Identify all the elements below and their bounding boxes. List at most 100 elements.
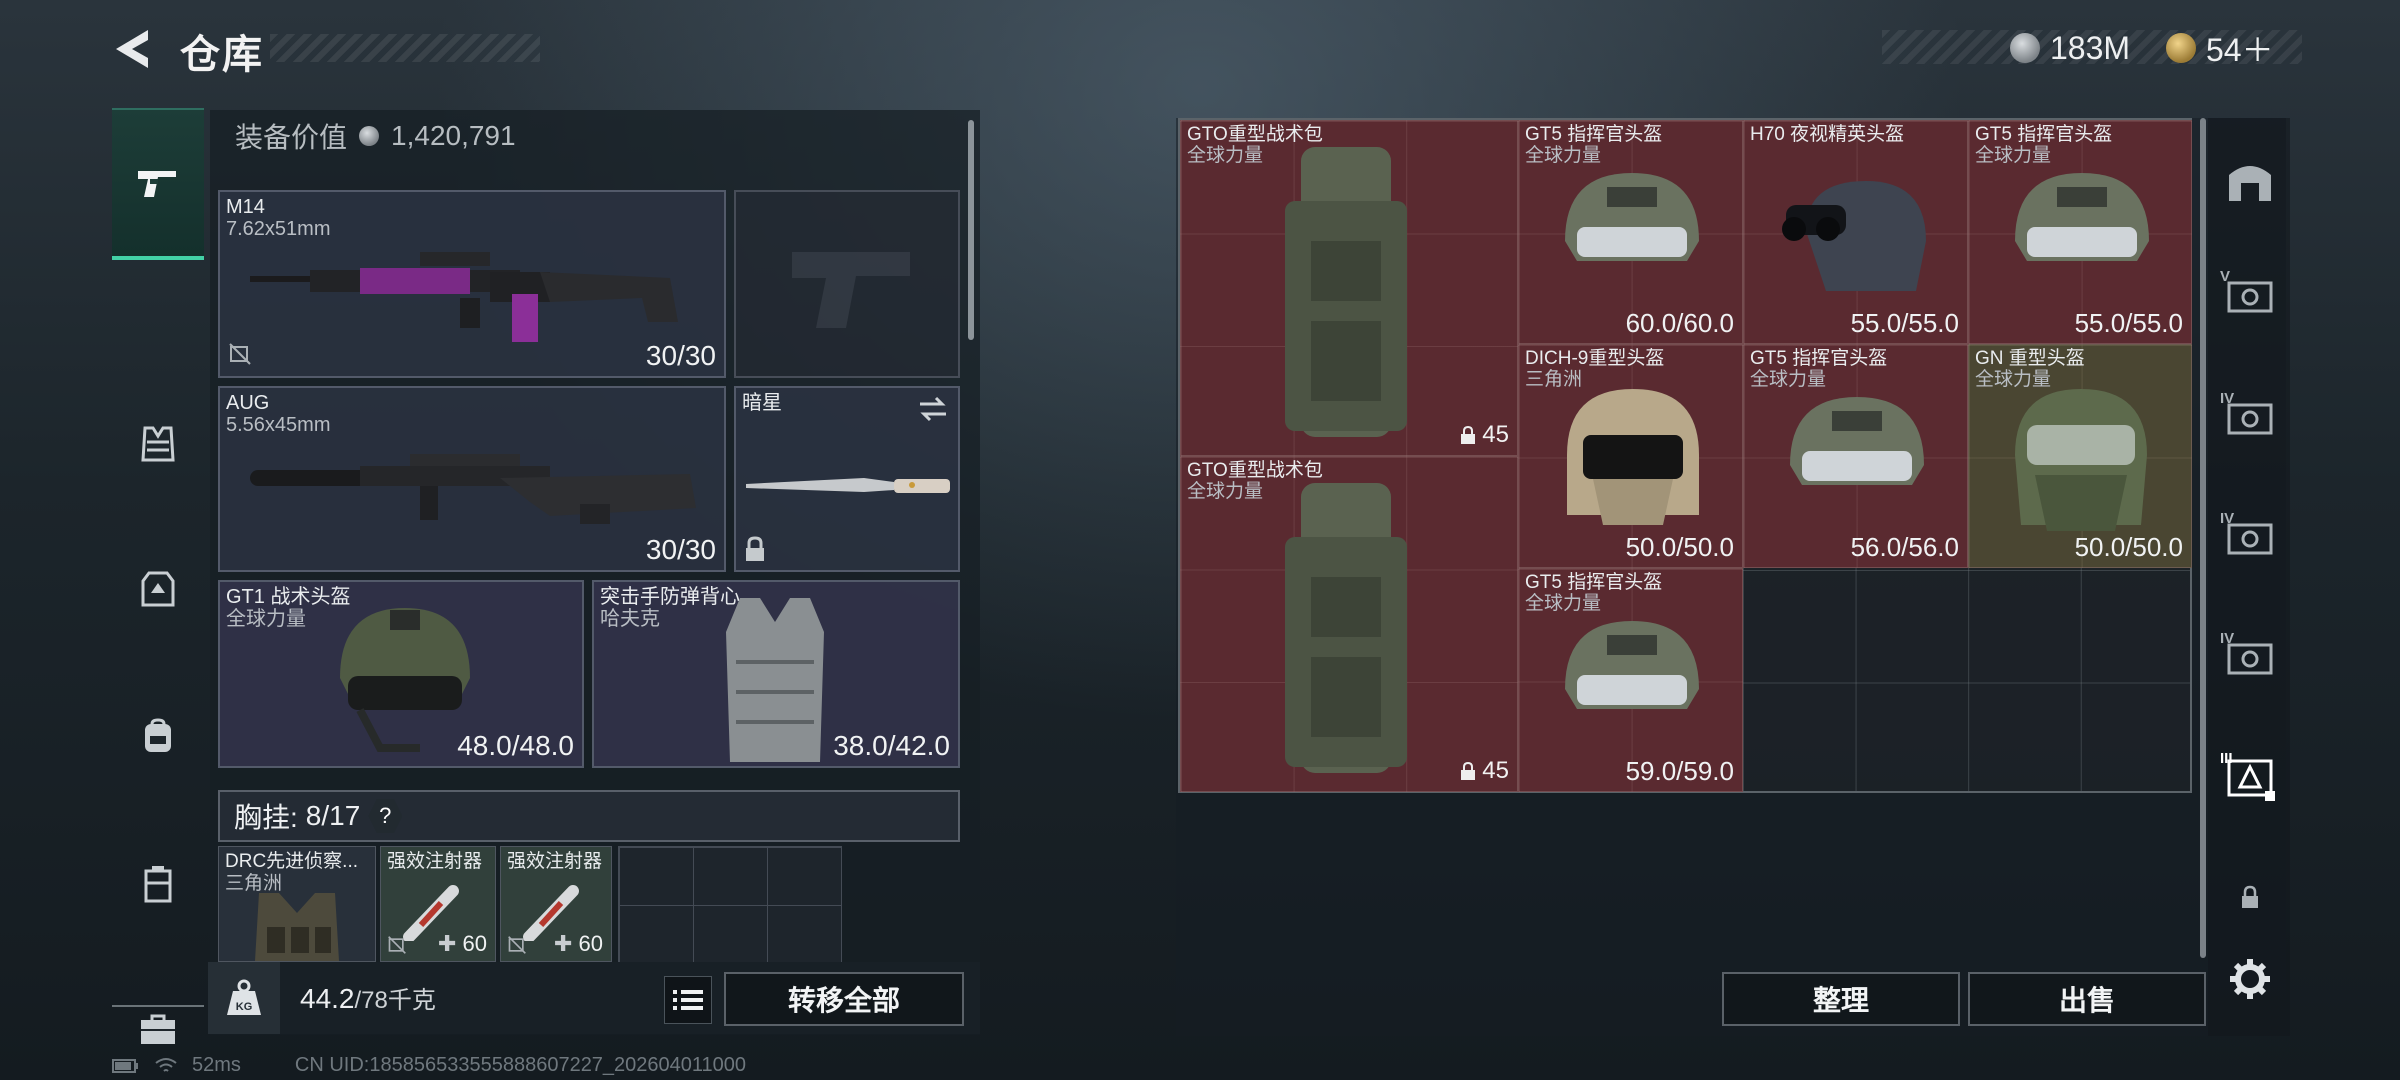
ping-value: 52ms	[192, 1054, 241, 1076]
secondary-weapon-slot[interactable]: AUG 5.56x45mm 30/30	[218, 386, 726, 572]
gold-amount: 54＋	[2206, 32, 2274, 68]
chest-rig-icon	[141, 426, 175, 462]
transfer-all-button[interactable]: 转移全部	[724, 972, 964, 1026]
injector-name: 强效注射器	[507, 851, 603, 872]
wifi-icon	[155, 1057, 177, 1072]
storage-item[interactable]: GT5 指挥官头盔 全球力量 60.0/60.0	[1518, 120, 1743, 344]
item-durability: 59.0/59.0	[1625, 756, 1734, 786]
item-name: GT5 指挥官头盔	[1525, 124, 1663, 145]
list-view-button[interactable]	[664, 976, 712, 1024]
storage-scrollbar[interactable]	[2200, 118, 2206, 958]
weight-readout: 44.2/78千克	[300, 980, 436, 1015]
knife-icon	[746, 478, 950, 493]
injector-amount: ✚ 60	[553, 931, 603, 956]
chest-rig-count: 8/17	[305, 800, 361, 831]
injector-slot-1[interactable]: 强效注射器 ✚ 60	[380, 846, 496, 962]
safehouse-icon	[2229, 166, 2271, 201]
back-button[interactable]	[110, 26, 156, 72]
storage-item[interactable]: H70 夜视精英头盔 55.0/55.0	[1743, 120, 1968, 344]
capacity-icon	[1461, 426, 1476, 444]
case-icon	[144, 866, 172, 903]
backpack-category[interactable]	[112, 690, 204, 782]
equipment-value: 装备价值 1,420,791	[235, 116, 516, 156]
body-armor-icon	[141, 571, 175, 607]
item-name: GT5 指挥官头盔	[1975, 124, 2113, 145]
rig-empty-cells[interactable]	[618, 846, 842, 964]
no-mod-icon	[388, 936, 406, 954]
helmet-icon	[1565, 173, 1699, 261]
helmet-icon	[1565, 621, 1699, 709]
list-icon	[673, 990, 703, 1010]
settings-button[interactable]	[2215, 944, 2285, 1014]
chest-rig-slot[interactable]: DRC先进侦察... 三角洲	[218, 846, 376, 962]
container-category[interactable]	[112, 838, 204, 930]
armor-slot[interactable]: 突击手防弹背心 哈夫克 38.0/42.0	[592, 580, 960, 768]
storage-item[interactable]: GT5 指挥官头盔 全球力量 56.0/56.0	[1743, 344, 1968, 568]
rig-item-brand: 三角洲	[225, 873, 283, 894]
sidearm-slot-empty[interactable]	[734, 190, 960, 378]
armor-category[interactable]	[112, 544, 204, 636]
melee-slot[interactable]: 暗星	[734, 386, 960, 572]
storage-item[interactable]: GTO重型战术包 全球力量 45	[1180, 120, 1518, 456]
gold-currency[interactable]: 54＋	[2166, 28, 2274, 68]
secondary-weapon-ammo: 30/30	[645, 534, 716, 565]
sort-button[interactable]: 整理	[1722, 972, 1960, 1026]
helmet-icon	[2015, 173, 2149, 261]
capacity-icon	[1461, 762, 1476, 780]
armor-brand: 哈夫克	[600, 608, 660, 630]
heavy-helmet-icon	[2015, 389, 2147, 531]
chest-rig-label: 胸挂:	[234, 802, 298, 833]
storage-item[interactable]: GTO重型战术包 全球力量 45	[1180, 456, 1518, 792]
tier-label: IV	[2220, 630, 2235, 647]
battery-icon	[112, 1058, 138, 1073]
item-capacity: 45	[1460, 757, 1509, 785]
weapons-category[interactable]	[112, 108, 204, 260]
injector-slot-2[interactable]: 强效注射器 ✚ 60	[500, 846, 612, 962]
chest-rig-icon	[255, 893, 339, 961]
primary-weapon-ammo: 30/30	[645, 340, 716, 371]
status-bar: 52ms CN UID:1858565335558886072​27_20260…	[112, 1054, 746, 1077]
storage-item[interactable]: GT5 指挥官头盔 全球力量 59.0/59.0	[1518, 568, 1743, 792]
equipment-value-amount: 1,420,791	[391, 120, 516, 151]
gold-coin-icon	[2166, 33, 2196, 63]
helmet-slot[interactable]: GT1 战术头盔 全球力量 48.0/48.0	[218, 580, 584, 768]
title-decoration	[270, 34, 540, 62]
armor-name: 突击手防弹背心	[600, 586, 740, 608]
storage-home-tab[interactable]	[2215, 145, 2285, 215]
pistol-icon	[138, 171, 176, 197]
silver-amount: 183M	[2050, 29, 2131, 66]
weight-capacity: /78千克	[354, 987, 436, 1014]
silver-currency[interactable]: 183M	[2010, 28, 2130, 68]
item-durability: 50.0/50.0	[1625, 532, 1734, 562]
helmet-icon	[1790, 397, 1924, 485]
night-vision-helmet-icon	[1782, 181, 1926, 291]
rig-item-name: DRC先进侦察...	[225, 851, 359, 872]
weight-value: 44.2	[300, 983, 355, 1014]
storage-item[interactable]: GN 重型头盔 全球力量 50.0/50.0	[1968, 344, 2192, 568]
swap-icon[interactable]	[918, 396, 948, 422]
crate-icon	[2227, 281, 2273, 313]
item-name: DICH-9重型头盔	[1525, 348, 1665, 369]
armor-durability: 38.0/42.0	[833, 730, 950, 761]
svg-text:KG: KG	[236, 1001, 253, 1013]
item-durability: 55.0/55.0	[2074, 308, 2183, 338]
locked-tab[interactable]	[2215, 862, 2285, 932]
storage-item[interactable]: DICH-9重型头盔 三角洲 50.0/50.0	[1518, 344, 1743, 568]
uid-text: CN UID:1858565335558886072​27_2026040110…	[294, 1054, 747, 1076]
primary-weapon-name: M14	[226, 196, 265, 218]
melee-name: 暗星	[742, 392, 782, 414]
primary-weapon-slot[interactable]: M14 7.62x51mm 30/30	[218, 190, 726, 378]
equipment-scrollbar[interactable]	[968, 120, 974, 340]
sell-button[interactable]: 出售	[1968, 972, 2206, 1026]
storage-item[interactable]: GT5 指挥官头盔 全球力量 55.0/55.0	[1968, 120, 2192, 344]
chest-rig-header: 胸挂: 8/17 ?	[218, 790, 960, 842]
tier-label: IV	[2220, 510, 2235, 527]
vest-category[interactable]	[112, 398, 204, 490]
item-durability: 60.0/60.0	[1625, 308, 1734, 338]
lock-icon	[2242, 885, 2258, 908]
item-durability: 55.0/55.0	[1850, 308, 1959, 338]
help-icon[interactable]: ?	[368, 799, 403, 833]
helmet-brand: 全球力量	[226, 608, 306, 630]
page-title: 仓库	[180, 33, 264, 77]
gear-icon	[2230, 959, 2270, 999]
